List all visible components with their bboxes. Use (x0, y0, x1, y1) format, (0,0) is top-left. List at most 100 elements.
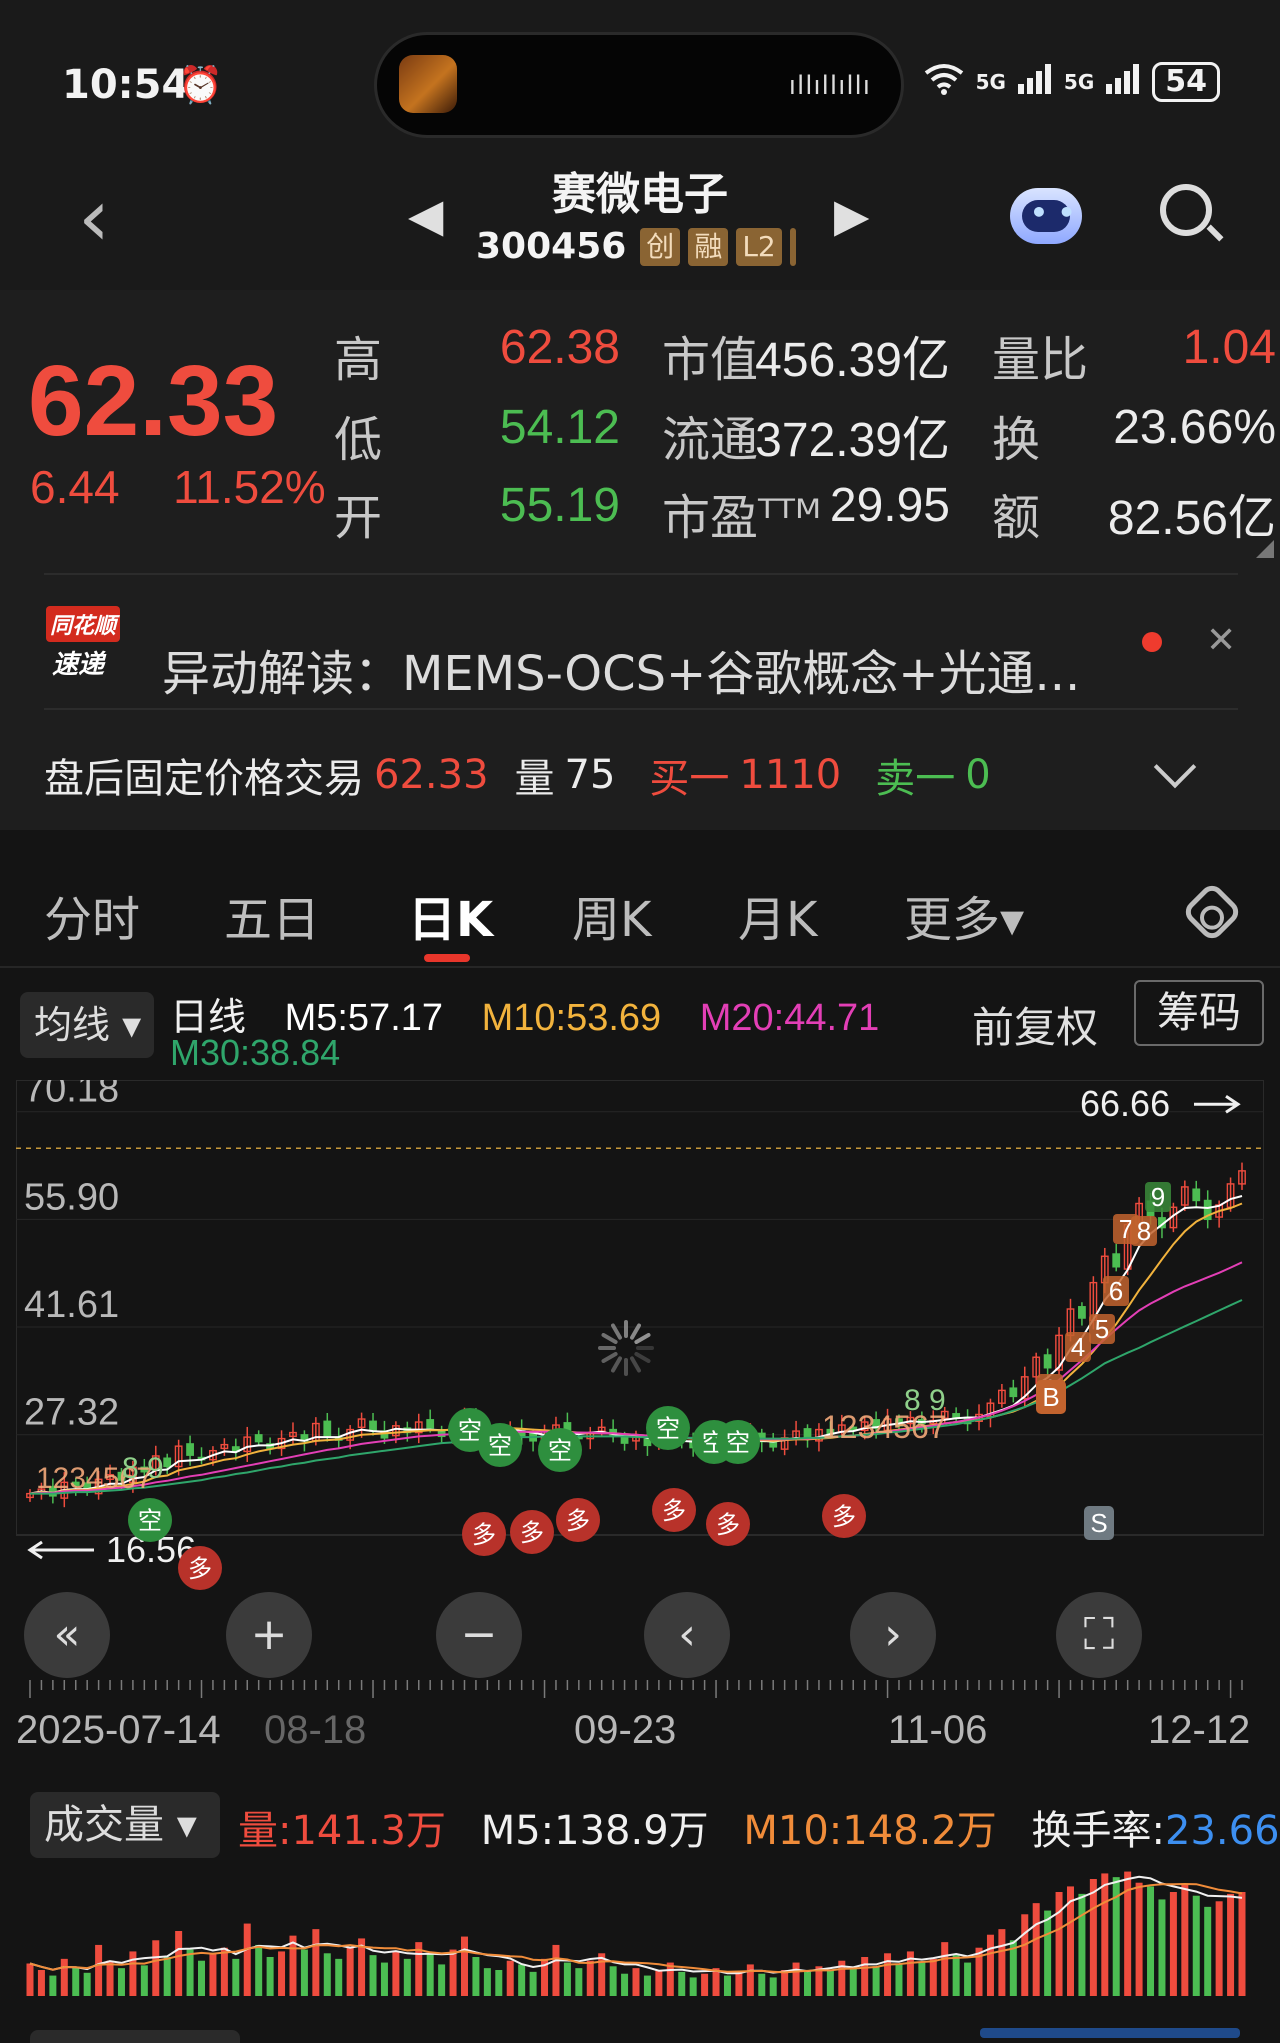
volume-bar-67 (792, 1962, 800, 1996)
close-icon[interactable]: ✕ (1206, 620, 1236, 661)
divider (44, 573, 1238, 575)
label-open: 开 (334, 490, 383, 546)
tab-intraday[interactable]: 分时 (44, 880, 140, 950)
volume-bars (26, 1871, 1246, 1996)
after-hours-vol: 75 (564, 752, 616, 798)
indicator-row: 均线 ▾ 日线 M5:57.17 M10:53.69 M20:44.71 M30… (0, 970, 1280, 1080)
album-thumbnail (399, 55, 457, 113)
late-seq-6: 9 (1151, 1182, 1165, 1212)
tag-more (789, 227, 796, 266)
volume-bar-79 (929, 1958, 937, 1996)
candle-body-30 (369, 1420, 377, 1432)
volume-select[interactable]: 成交量 ▾ (30, 1792, 220, 1858)
volume-bar-11 (152, 1940, 160, 1996)
search-icon[interactable] (1160, 184, 1212, 236)
scroll-left-fast-icon[interactable]: « (24, 1592, 110, 1678)
volume-bar-104 (1215, 1901, 1223, 1996)
duo-signal-5: 多 (716, 1511, 740, 1539)
tab-monthly-k[interactable]: 月K (738, 880, 817, 950)
settings-icon[interactable] (1180, 880, 1244, 944)
sell-one-value: 0 (965, 752, 991, 798)
battery-indicator: 54 (1152, 62, 1220, 102)
tab-daily-k[interactable]: 日K (408, 880, 493, 950)
bottom-link[interactable] (980, 2028, 1240, 2038)
ma20-value: M20:44.71 (699, 997, 880, 1039)
secondary-indicator-select[interactable] (30, 2030, 240, 2043)
signal-5g-label-2: 5G (1063, 70, 1095, 94)
volume-bar-39 (472, 1957, 480, 1996)
scroll-right-icon[interactable]: › (850, 1592, 936, 1678)
chevron-down-icon[interactable] (1153, 745, 1197, 789)
expand-corner-icon[interactable] (1256, 540, 1274, 558)
volume-bar-55 (655, 1970, 663, 1996)
volume-bar-66 (781, 1970, 789, 1996)
volume-bar-14 (186, 1949, 194, 1996)
ai-assistant-icon[interactable] (1010, 188, 1082, 244)
value-amount: 82.56亿 (1107, 492, 1276, 545)
seq-label-early-last: 8 9 (122, 1452, 164, 1485)
kline-chart[interactable]: 70.18 55.90 41.61 27.32 66.66 16.56 空空空空空空空多多… (15, 1069, 1265, 1780)
volume-bar-57 (678, 1971, 686, 1996)
volume-bar-100 (1169, 1892, 1177, 1996)
late-seq-1: 4 (1071, 1332, 1085, 1362)
ma-select[interactable]: 均线 ▾ (20, 992, 154, 1058)
volume-bar-74 (872, 1966, 880, 1996)
late-seq-5: 8 (1137, 1216, 1151, 1246)
next-stock-icon[interactable]: ▶ (834, 188, 869, 242)
candle-body-12 (163, 1457, 172, 1468)
volume-bar-106 (1238, 1892, 1246, 1996)
volume-bar-3 (60, 1958, 68, 1996)
volume-bar-0 (26, 1963, 34, 1996)
volume-bar-1 (37, 1970, 45, 1996)
volume-bar-36 (438, 1964, 446, 1996)
sell-one-label: 卖一 (875, 756, 956, 802)
tab-five-day[interactable]: 五日 (224, 880, 320, 950)
stock-code-row: 300456 创 融 L2 (476, 226, 796, 267)
volume-bar-42 (506, 1960, 514, 1996)
volume-bar-81 (952, 1955, 960, 1996)
volume-chart[interactable] (16, 1860, 1264, 2000)
volume-bar-70 (826, 1970, 834, 1996)
volume-bar-82 (964, 1962, 972, 1996)
y-tick-label-2: 41.61 (24, 1284, 119, 1326)
volume-bar-59 (701, 1973, 709, 1996)
duo-signal-1: 多 (472, 1521, 496, 1549)
fullscreen-icon[interactable]: ⛶ (1056, 1592, 1142, 1678)
after-hours-row[interactable]: 盘后固定价格交易 62.33 量 75 买一 1110 卖一 0 (44, 746, 1001, 804)
zoom-in-icon[interactable]: + (226, 1592, 312, 1678)
tag-rong: 融 (688, 227, 729, 266)
value-float-cap: 372.39亿 (755, 414, 950, 467)
volume-m10: M10:148.2万 (743, 1808, 997, 1854)
wifi-icon (924, 63, 964, 102)
kong-signal-3: 空 (548, 1437, 572, 1465)
scroll-left-icon[interactable]: ‹ (644, 1592, 730, 1678)
chip-distribution-button[interactable]: 筹码 (1134, 980, 1264, 1046)
candle-body-81 (952, 1413, 961, 1419)
signal-bars-icon (1017, 63, 1052, 101)
status-icons: 5G 5G 54 (924, 62, 1220, 102)
value-turnover: 23.66% (1113, 401, 1276, 454)
volume-bar-56 (666, 1962, 674, 1996)
volume-bar-7 (106, 1960, 114, 1996)
news-headline[interactable]: 异动解读：MEMS-OCS+谷歌概念+光通... (162, 634, 1080, 704)
volume-bar-87 (1021, 1914, 1029, 1996)
dynamic-island[interactable]: ıllıllıllı (374, 32, 904, 138)
duo-signal-0: 多 (188, 1555, 212, 1583)
volume-bar-46 (552, 1944, 560, 1996)
audio-wave-icon: ıllıllıllı (788, 71, 871, 101)
candle-body-102 (1192, 1188, 1201, 1202)
volume-bar-31 (380, 1962, 388, 1996)
value-market-cap: 456.39亿 (755, 334, 950, 387)
change-amount: 6.44 (30, 461, 120, 513)
tab-more[interactable]: 更多▾ (904, 880, 1024, 950)
volume-bar-20 (255, 1944, 263, 1996)
buy-one-value: 1110 (739, 752, 842, 798)
active-tab-indicator (424, 954, 470, 962)
zoom-out-icon[interactable]: − (436, 1592, 522, 1678)
adjust-mode[interactable]: 前复权 (972, 994, 1098, 1055)
volume-bar-54 (643, 1975, 651, 1996)
tab-weekly-k[interactable]: 周K (572, 880, 651, 950)
volume-bar-48 (575, 1968, 583, 1996)
kong-signal-0: 空 (138, 1507, 162, 1535)
volume-bar-38 (460, 1936, 468, 1996)
